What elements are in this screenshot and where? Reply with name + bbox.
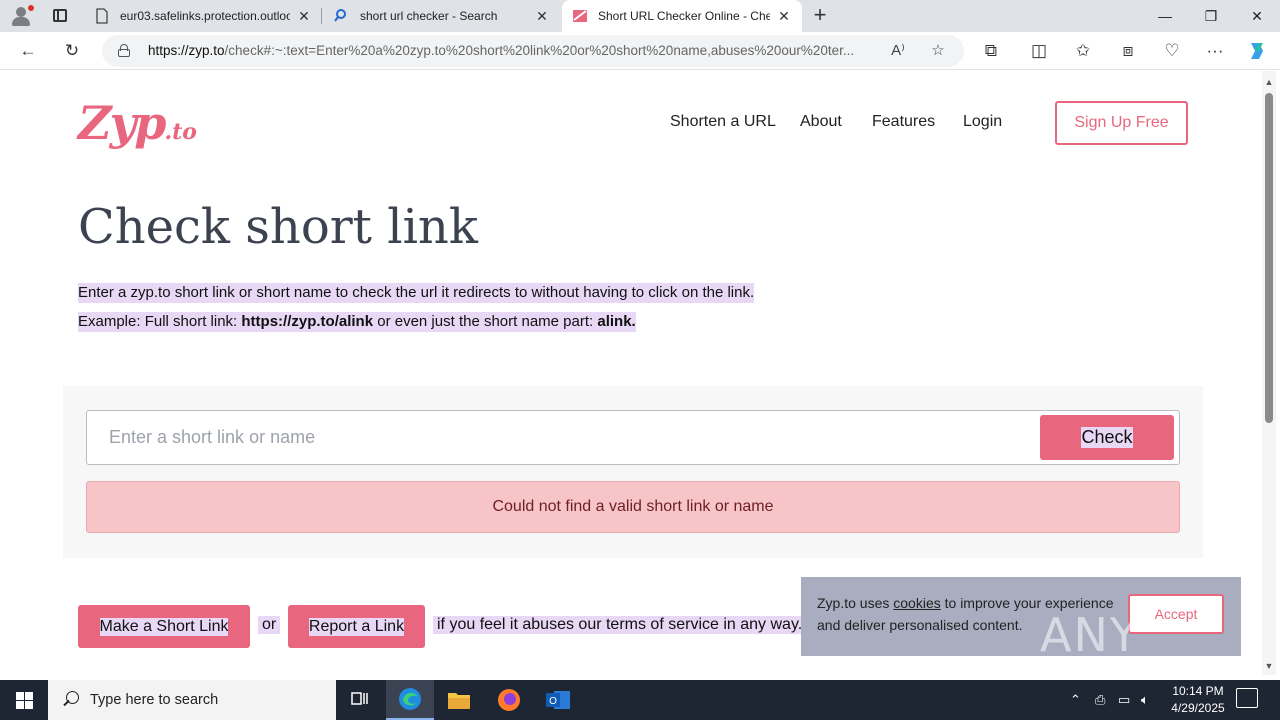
- favorites-icon[interactable]: ✩: [1070, 39, 1096, 63]
- short-link-input[interactable]: [88, 412, 1038, 463]
- tab-safelinks[interactable]: eur03.safelinks.protection.outlook.com ✕: [84, 0, 322, 32]
- copilot-icon[interactable]: [1244, 39, 1270, 63]
- show-hidden-icons[interactable]: ⌃: [1070, 680, 1081, 720]
- task-view-icon[interactable]: [336, 680, 384, 720]
- split-screen-icon[interactable]: ◫: [1026, 39, 1052, 63]
- taskbar-clock[interactable]: 10:14 PM 4/29/2025: [1160, 683, 1236, 717]
- nav-login[interactable]: Login: [963, 113, 1002, 131]
- firefox-icon[interactable]: [485, 680, 533, 720]
- report-link-button[interactable]: Report a Link: [288, 605, 425, 648]
- network-icon[interactable]: ▭: [1118, 680, 1130, 720]
- tab-title: short url checker - Search: [360, 9, 498, 23]
- sign-up-free-button[interactable]: Sign Up Free: [1055, 101, 1188, 145]
- nav-features[interactable]: Features: [872, 113, 935, 131]
- tab-title: eur03.safelinks.protection.outlook.com: [120, 9, 290, 23]
- restore-icon[interactable]: ❐: [1188, 0, 1234, 32]
- make-short-link-button[interactable]: Make a Short Link: [78, 605, 250, 648]
- close-window-icon[interactable]: ✕: [1234, 0, 1280, 32]
- collections-icon[interactable]: ⧈: [1115, 39, 1141, 63]
- browser-tab-bar: eur03.safelinks.protection.outlook.com ✕…: [0, 0, 1280, 32]
- profile-icon[interactable]: [8, 4, 36, 28]
- new-tab-icon[interactable]: +: [808, 4, 832, 28]
- abuse-text: if you feel it abuses our terms of servi…: [433, 616, 803, 634]
- search-icon: [334, 9, 346, 22]
- favorite-star-icon[interactable]: ☆: [928, 41, 948, 61]
- clock-date: 4/29/2025: [1171, 701, 1225, 715]
- read-aloud-icon[interactable]: A⁾: [888, 41, 908, 61]
- page-title: Check short link: [78, 199, 478, 255]
- start-button[interactable]: [0, 680, 48, 720]
- tab-title: Short URL Checker Online - Check: [598, 9, 770, 23]
- clock-time: 10:14 PM: [1172, 684, 1224, 698]
- cookies-link[interactable]: cookies: [893, 595, 940, 611]
- nav-about[interactable]: About: [800, 113, 842, 131]
- description-line-2: Example: Full short link: https://zyp.to…: [78, 312, 636, 332]
- minimize-icon[interactable]: —: [1142, 0, 1188, 32]
- scroll-up-icon[interactable]: ▲: [1264, 77, 1274, 87]
- page-scrollbar[interactable]: ▲ ▼: [1262, 71, 1276, 675]
- nav-shorten-url[interactable]: Shorten a URL: [670, 113, 776, 131]
- scroll-thumb[interactable]: [1265, 93, 1273, 423]
- tab-short-url-checker[interactable]: Short URL Checker Online - Check ✕: [562, 0, 802, 32]
- volume-icon[interactable]: 🔈︎: [1141, 680, 1149, 720]
- network-device-icon[interactable]: ⎙: [1095, 680, 1105, 720]
- anyrun-watermark: ANY RUN: [1040, 608, 1144, 675]
- windows-taskbar: Type here to search O ⌃ ⎙ ▭ 🔈︎ 10:14 PM …: [0, 680, 1280, 720]
- or-text: or: [258, 616, 281, 634]
- file-explorer-icon[interactable]: [435, 680, 483, 720]
- lock-icon[interactable]: [118, 44, 130, 57]
- scroll-down-icon[interactable]: ▼: [1264, 661, 1274, 671]
- error-alert: Could not find a valid short link or nam…: [86, 481, 1180, 533]
- close-tab-icon[interactable]: ✕: [534, 8, 550, 25]
- svg-text:O: O: [549, 696, 557, 707]
- short-link-input-group: Check: [86, 410, 1180, 465]
- browser-toolbar: ← ↻ https://zyp.to/check#:~:text=Enter%2…: [0, 32, 1280, 70]
- zyp-favicon-icon: [573, 10, 587, 22]
- close-tab-icon[interactable]: ✕: [296, 8, 312, 25]
- address-bar[interactable]: https://zyp.to/check#:~:text=Enter%20a%2…: [102, 35, 964, 67]
- outlook-icon[interactable]: O: [534, 680, 582, 720]
- zyp-logo[interactable]: Zyp.to: [78, 96, 197, 150]
- web-page: Zyp.to Shorten a URL About Features Logi…: [4, 71, 1260, 675]
- windows-logo-icon: [15, 691, 33, 709]
- notifications-icon[interactable]: [1236, 688, 1258, 708]
- taskbar-search-box[interactable]: Type here to search: [48, 680, 336, 720]
- tab-search[interactable]: short url checker - Search ✕: [324, 0, 560, 32]
- back-icon[interactable]: ←: [15, 39, 41, 63]
- edge-taskbar-icon[interactable]: [386, 680, 434, 720]
- check-panel: Check Could not find a valid short link …: [63, 386, 1203, 558]
- url-text[interactable]: https://zyp.to/check#:~:text=Enter%20a%2…: [148, 43, 878, 58]
- page-icon: [96, 8, 108, 24]
- close-tab-icon[interactable]: ✕: [776, 8, 792, 25]
- search-icon: [62, 691, 80, 709]
- refresh-icon[interactable]: ↻: [59, 39, 85, 63]
- taskbar-search-placeholder: Type here to search: [90, 692, 219, 708]
- description-line-1: Enter a zyp.to short link or short name …: [78, 283, 755, 303]
- extensions-icon[interactable]: ⧉: [978, 39, 1004, 63]
- browser-essentials-icon[interactable]: ♡: [1159, 39, 1185, 63]
- check-button[interactable]: Check: [1040, 415, 1174, 460]
- more-menu-icon[interactable]: ···: [1202, 39, 1228, 63]
- tab-actions-icon[interactable]: [48, 6, 72, 26]
